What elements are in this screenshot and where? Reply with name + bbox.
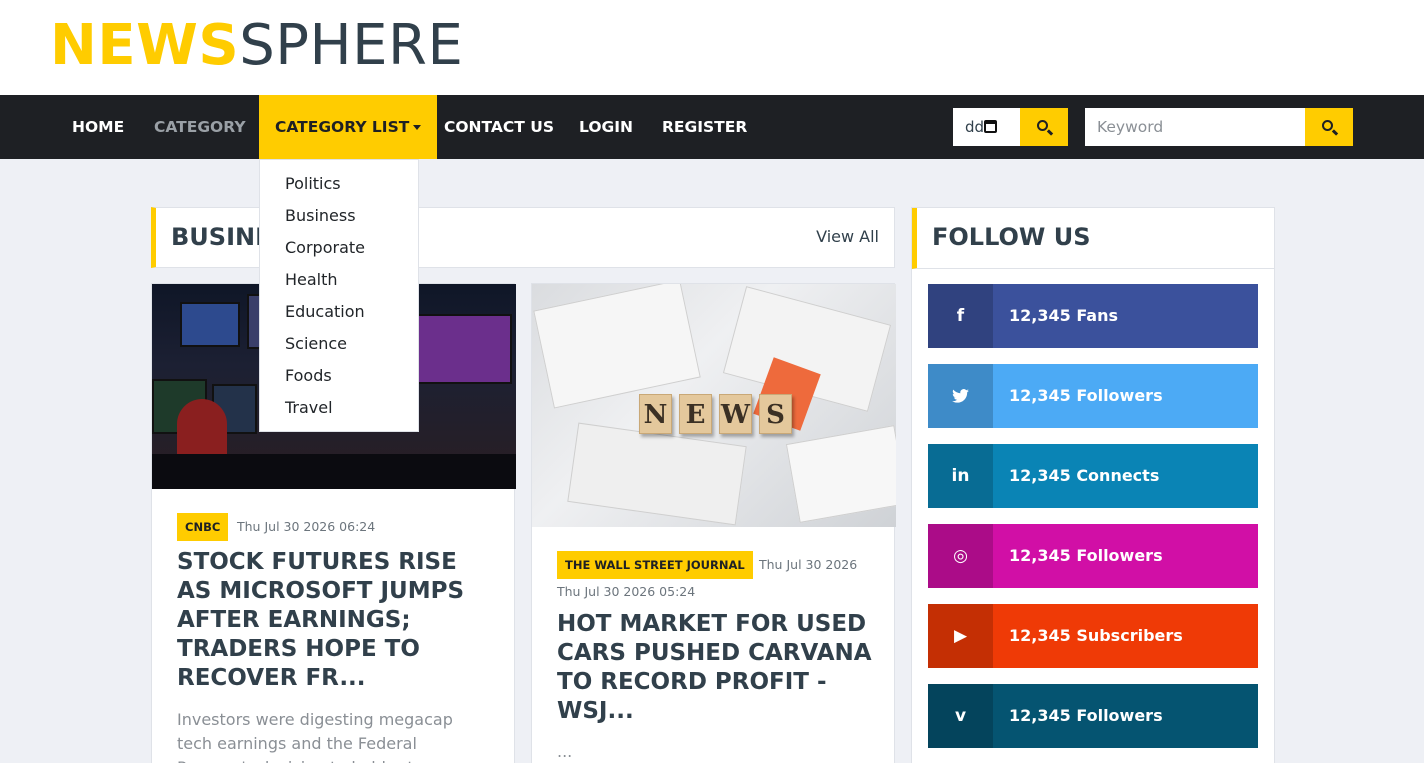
newspaper-shape bbox=[567, 422, 747, 526]
dropdown-item-education[interactable]: Education bbox=[260, 298, 418, 330]
twitter-link[interactable]: 12,345 Followers bbox=[928, 364, 1258, 428]
letter-tile: E bbox=[679, 394, 712, 434]
dropdown-item-corporate[interactable]: Corporate bbox=[260, 234, 418, 266]
screen-shape bbox=[180, 302, 240, 347]
facebook-link[interactable]: f 12,345 Fans bbox=[928, 284, 1258, 348]
twitter-count: 12,345 Followers bbox=[1009, 386, 1163, 405]
site-logo[interactable]: NEWSSPHERE bbox=[50, 14, 463, 78]
dropdown-item-science[interactable]: Science bbox=[260, 330, 418, 362]
nav-category[interactable]: Category bbox=[154, 95, 246, 159]
source-badge[interactable]: The Wall Street Journal bbox=[557, 551, 753, 579]
youtube-icon: ▶ bbox=[928, 604, 993, 668]
view-all-link[interactable]: View All bbox=[816, 208, 879, 266]
newspaper-shape bbox=[785, 425, 896, 523]
article-headline[interactable]: Stock futures rise as Microsoft jumps af… bbox=[177, 548, 497, 693]
logo-part-sphere: SPHERE bbox=[239, 13, 464, 78]
article-excerpt: ... bbox=[557, 742, 573, 761]
follow-us-header: Follow Us bbox=[912, 208, 1274, 269]
date-input-value: dd bbox=[965, 118, 985, 136]
nav-register[interactable]: Register bbox=[662, 95, 747, 159]
nav-category-list[interactable]: Category List bbox=[259, 95, 438, 159]
caret-down-icon bbox=[413, 125, 422, 130]
date-input[interactable]: dd bbox=[953, 108, 1020, 146]
article-date-part: Thu Jul 30 2026 bbox=[759, 557, 858, 572]
category-dropdown-menu: Politics Business Corporate Health Educa… bbox=[259, 159, 419, 432]
search-icon bbox=[1037, 120, 1048, 131]
youtube-count: 12,345 Subscribers bbox=[1009, 626, 1183, 645]
vimeo-count: 12,345 Followers bbox=[1009, 706, 1163, 725]
search-icon bbox=[1322, 120, 1333, 131]
instagram-link[interactable]: ◎ 12,345 Followers bbox=[928, 524, 1258, 588]
follow-us-widget: Follow Us f 12,345 Fans 12,345 Followers… bbox=[911, 207, 1275, 763]
instagram-icon: ◎ bbox=[928, 524, 993, 588]
twitter-icon bbox=[928, 364, 993, 428]
nav-login[interactable]: Login bbox=[579, 95, 633, 159]
dropdown-item-travel[interactable]: Travel bbox=[260, 394, 418, 426]
logo-part-news: NEWS bbox=[50, 13, 240, 78]
dropdown-item-foods[interactable]: Foods bbox=[260, 362, 418, 394]
source-badge[interactable]: CNBC bbox=[177, 513, 229, 541]
dropdown-item-politics[interactable]: Politics bbox=[260, 170, 418, 202]
instagram-count: 12,345 Followers bbox=[1009, 546, 1163, 565]
follow-us-title: Follow Us bbox=[932, 223, 1091, 251]
linkedin-icon: in bbox=[928, 444, 993, 508]
linkedin-count: 12,345 Connects bbox=[1009, 466, 1160, 485]
nav-home[interactable]: Home bbox=[72, 95, 124, 159]
vimeo-link[interactable]: v 12,345 Followers bbox=[928, 684, 1258, 748]
article-date: Thu Jul 30 2026 05:24 bbox=[557, 584, 696, 599]
vimeo-icon: v bbox=[928, 684, 993, 748]
linkedin-link[interactable]: in 12,345 Connects bbox=[928, 444, 1258, 508]
desk-shape bbox=[152, 454, 516, 489]
date-search-button[interactable] bbox=[1020, 108, 1068, 146]
dropdown-item-health[interactable]: Health bbox=[260, 266, 418, 298]
article-card[interactable]: N E W S The Wall Street Journal Thu Jul … bbox=[531, 283, 896, 763]
site-header: NEWSSPHERE bbox=[0, 0, 1424, 95]
newspaper-shape bbox=[533, 284, 701, 409]
youtube-link[interactable]: ▶ 12,345 Subscribers bbox=[928, 604, 1258, 668]
keyword-search-button[interactable] bbox=[1305, 108, 1353, 146]
keyword-search-input[interactable] bbox=[1085, 108, 1305, 146]
letter-tile: W bbox=[719, 394, 752, 434]
article-excerpt: Investors were digesting megacap tech ea… bbox=[177, 710, 453, 763]
dropdown-item-business[interactable]: Business bbox=[260, 202, 418, 234]
article-image[interactable]: N E W S bbox=[532, 284, 896, 527]
nav-contact-us[interactable]: Contact Us bbox=[444, 95, 554, 159]
letter-tile: N bbox=[639, 394, 672, 434]
screen-shape bbox=[417, 314, 512, 384]
article-headline[interactable]: Hot market for used cars pushed Carvana … bbox=[557, 610, 877, 726]
nav-category-list-label: Category List bbox=[275, 118, 410, 136]
calendar-icon[interactable] bbox=[984, 120, 998, 133]
letter-tile: S bbox=[759, 394, 792, 434]
article-date: Thu Jul 30 2026 06:24 bbox=[237, 519, 376, 534]
facebook-icon: f bbox=[928, 284, 993, 348]
facebook-count: 12,345 Fans bbox=[1009, 306, 1119, 325]
